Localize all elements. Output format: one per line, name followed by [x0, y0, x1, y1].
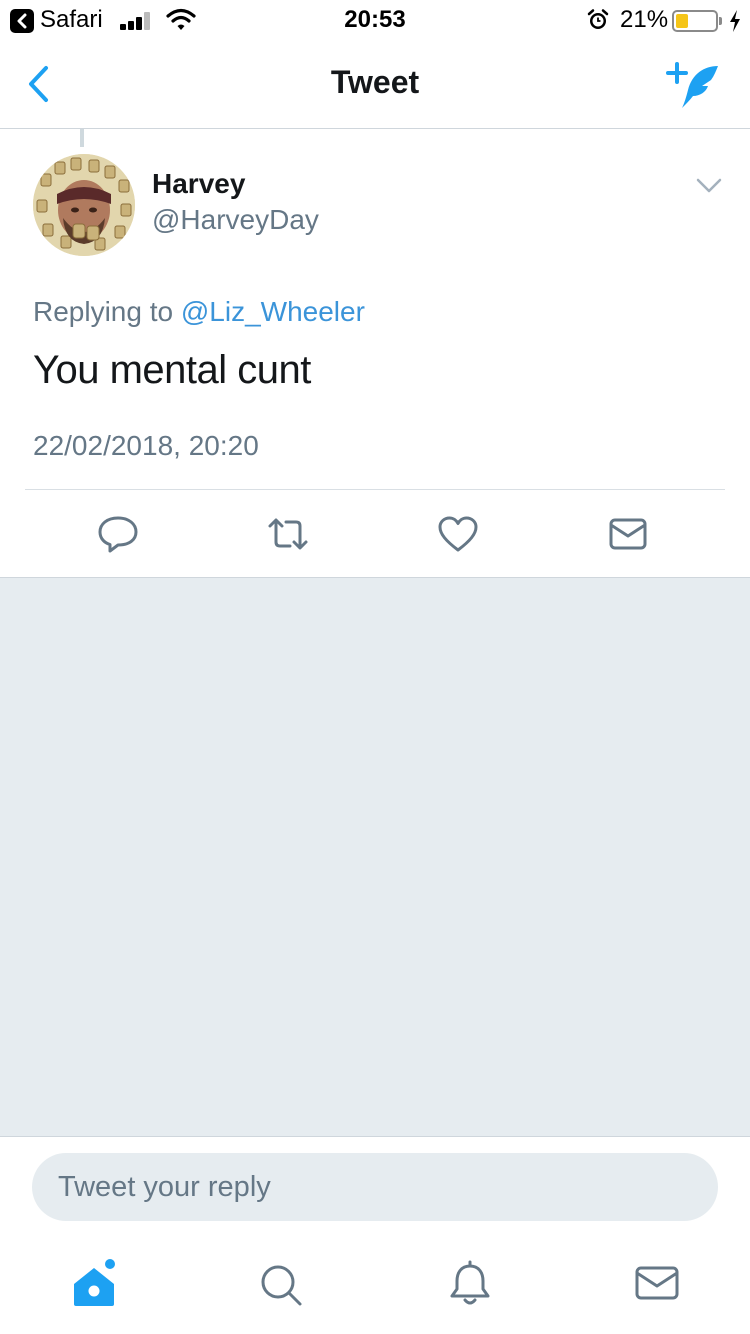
empty-replies-area [0, 578, 750, 1136]
compose-tweet-icon [666, 62, 718, 108]
tab-bar [0, 1236, 750, 1334]
charging-bolt-icon [730, 10, 740, 32]
tab-notifications[interactable] [445, 1258, 495, 1308]
search-icon [261, 1265, 302, 1306]
replying-to-mention-link[interactable]: @Liz_Wheeler [181, 296, 365, 327]
retweet-button[interactable] [266, 514, 310, 554]
page-title: Tweet [330, 64, 420, 100]
tweet-text: You mental cunt [33, 348, 311, 392]
reply-icon [98, 516, 138, 553]
battery-level-fill [676, 14, 688, 28]
battery-icon [672, 10, 718, 32]
envelope-icon [609, 518, 647, 550]
heart-icon [438, 516, 478, 552]
author-handle[interactable]: @HarveyDay [152, 204, 319, 236]
bell-icon [450, 1260, 490, 1305]
app-screen: Safari 20:53 21% Tweet Harvey @HarveyDay… [0, 0, 750, 1334]
chevron-down-icon [696, 178, 722, 193]
tweet-actions-bar [0, 490, 750, 578]
compose-tweet-button[interactable] [664, 60, 724, 112]
tweet-timestamp: 22/02/2018, 20:20 [33, 430, 259, 461]
battery-percentage: 21% [620, 6, 669, 33]
tab-home[interactable] [68, 1258, 118, 1308]
alarm-clock-icon [587, 9, 609, 29]
replying-to-prefix: Replying to [33, 296, 174, 327]
battery-tip [719, 17, 722, 25]
thread-connector-line [80, 129, 84, 147]
envelope-icon [635, 1266, 679, 1300]
replying-to-line: Replying to @Liz_Wheeler [33, 296, 365, 328]
home-icon [74, 1259, 115, 1306]
avatar[interactable] [33, 154, 135, 256]
reply-button[interactable] [96, 514, 140, 554]
status-bar: Safari 20:53 21% [0, 0, 750, 40]
reply-bar [0, 1136, 750, 1236]
tweet-options-button[interactable] [694, 174, 724, 198]
tab-messages[interactable] [632, 1258, 682, 1308]
like-button[interactable] [436, 514, 480, 554]
retweet-icon [268, 518, 308, 550]
navigation-bar: Tweet [0, 40, 750, 129]
direct-message-button[interactable] [606, 514, 650, 554]
author-display-name[interactable]: Harvey [152, 168, 245, 200]
tab-search[interactable] [256, 1258, 306, 1308]
reply-input[interactable] [32, 1153, 718, 1221]
